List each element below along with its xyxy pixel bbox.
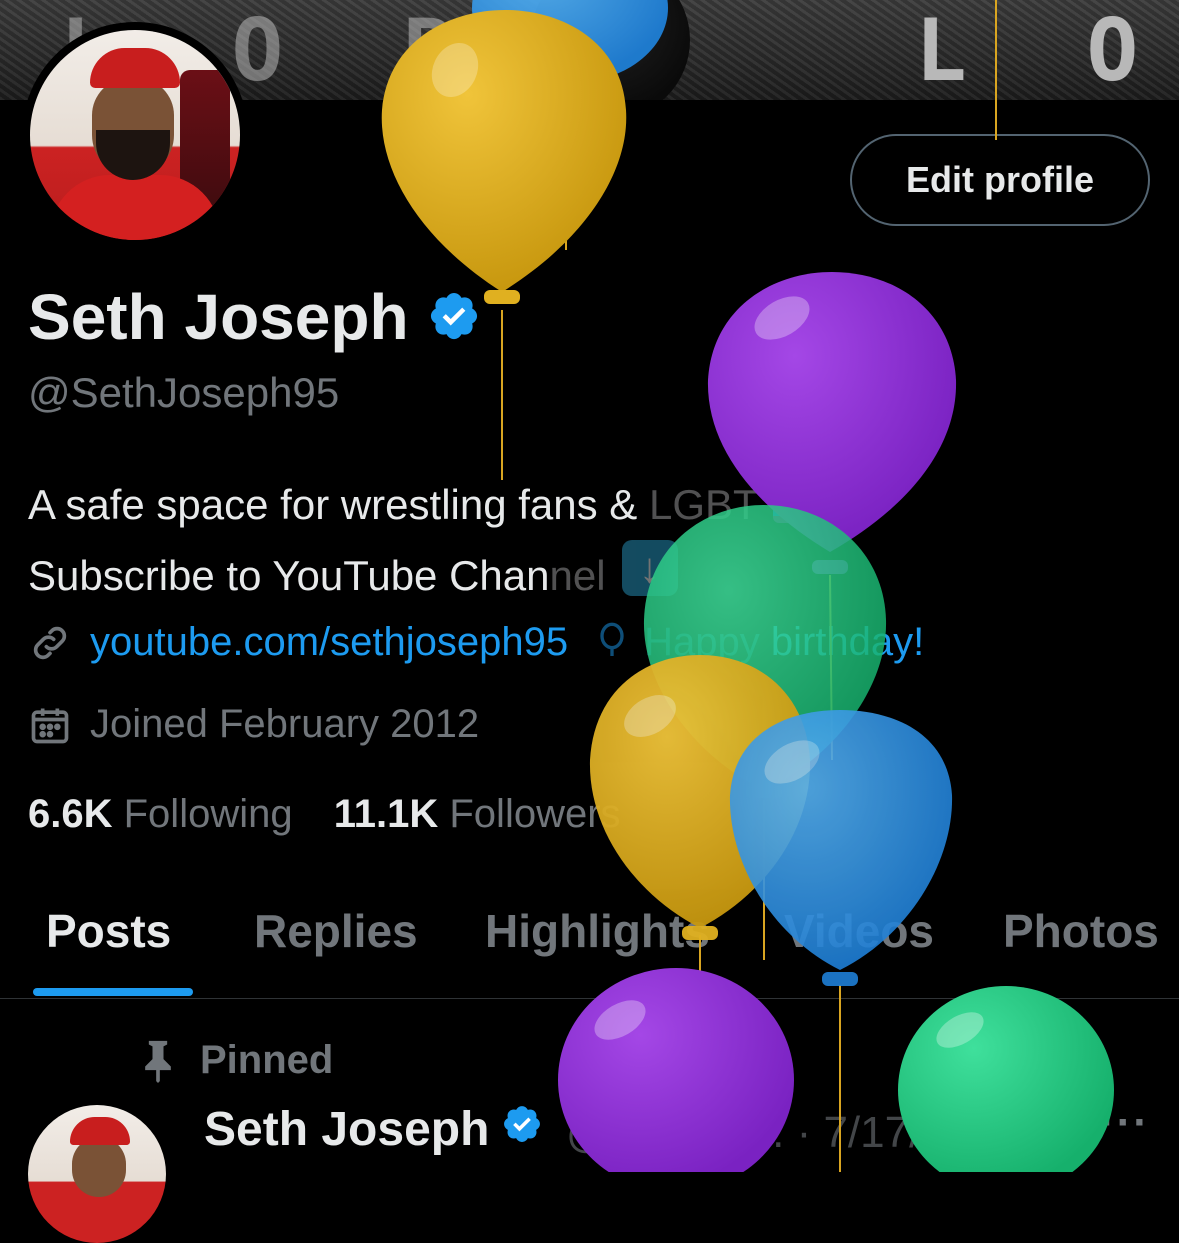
post-author-name[interactable]: Seth Joseph <box>204 1102 489 1157</box>
banner-text-right: L O R <box>915 1 1173 100</box>
bio-line-1: A safe space for wrestling fans & LGBT <box>28 470 829 540</box>
tab-highlights[interactable]: Highlights <box>485 904 710 958</box>
post-avatar-cap <box>70 1117 130 1145</box>
avatar-photo <box>30 30 240 240</box>
profile-name: Seth Joseph <box>28 281 409 353</box>
post-author-row: Seth Joseph <box>204 1102 543 1157</box>
post-date: · 7/17/25 <box>796 1108 971 1157</box>
post-avatar-face <box>72 1137 126 1197</box>
profile-joined-row: Joined February 2012 <box>28 702 479 747</box>
verified-badge-icon <box>501 1102 543 1157</box>
birthday-faded-text: Happy <box>644 620 760 664</box>
following-label: Following <box>123 792 293 836</box>
tab-photos[interactable]: Photos <box>1003 904 1159 958</box>
tab-videos[interactable]: Videos <box>784 904 934 958</box>
bio-line-2-text: Subscribe to YouTube Chan <box>28 552 550 599</box>
post-avatar[interactable] <box>28 1105 166 1243</box>
balloon-icon <box>592 621 632 661</box>
joined-date: Joined February 2012 <box>90 702 480 746</box>
calendar-icon <box>28 703 72 747</box>
profile-avatar[interactable] <box>22 22 248 248</box>
verified-badge-icon[interactable] <box>427 284 481 358</box>
profile-tabs: Posts Replies Highlights Videos Photos <box>0 880 1179 999</box>
active-tab-indicator <box>33 988 193 996</box>
bio-line-2: Subscribe to YouTube Channel <box>28 540 829 611</box>
profile-handle: @SethJoseph95 <box>28 369 340 416</box>
edit-profile-button[interactable]: Edit profile <box>850 134 1150 226</box>
profile-name-row: Seth Joseph <box>28 280 481 358</box>
post-handle: @SethJo... <box>566 1108 785 1157</box>
pin-icon <box>138 1039 178 1083</box>
profile-link-row: youtube.com/sethjoseph95 Happy birthday! <box>28 620 924 665</box>
tab-replies[interactable]: Replies <box>254 904 418 958</box>
avatar-cap <box>90 48 180 88</box>
pinned-label-row: Pinned <box>138 1038 333 1083</box>
tab-posts[interactable]: Posts <box>46 904 171 958</box>
following-link[interactable]: 6.6K Following <box>28 792 293 836</box>
followers-count: 11.1K <box>333 792 439 836</box>
down-arrow-emoji <box>621 540 678 596</box>
bio-line-2-faded: nel <box>549 552 606 599</box>
followers-label: Followers <box>449 792 621 836</box>
post-meta: @SethJo... · 7/17/25 <box>566 1108 970 1158</box>
pinned-label: Pinned <box>200 1038 334 1082</box>
bio-line-1-faded: LGBT <box>648 481 759 528</box>
profile-bio: A safe space for wrestling fans & LGBT S… <box>28 470 829 611</box>
birthday-label: Happy birthday! <box>592 620 924 665</box>
birthday-text: birthday! <box>759 620 925 664</box>
follow-stats: 6.6K Following 11.1K Followers <box>28 792 621 837</box>
bio-line-1-text: A safe space for wrestling fans & <box>28 481 649 528</box>
banner-figure <box>530 0 690 100</box>
following-count: 6.6K <box>28 792 113 836</box>
avatar-beard <box>96 130 170 180</box>
post-more-icon[interactable]: ··· <box>1100 1098 1150 1148</box>
profile-website-link[interactable]: youtube.com/sethjoseph95 <box>90 620 568 665</box>
rainbow-flag-emoji <box>772 483 829 523</box>
link-icon <box>28 621 72 665</box>
followers-link[interactable]: 11.1K Followers <box>334 792 621 836</box>
